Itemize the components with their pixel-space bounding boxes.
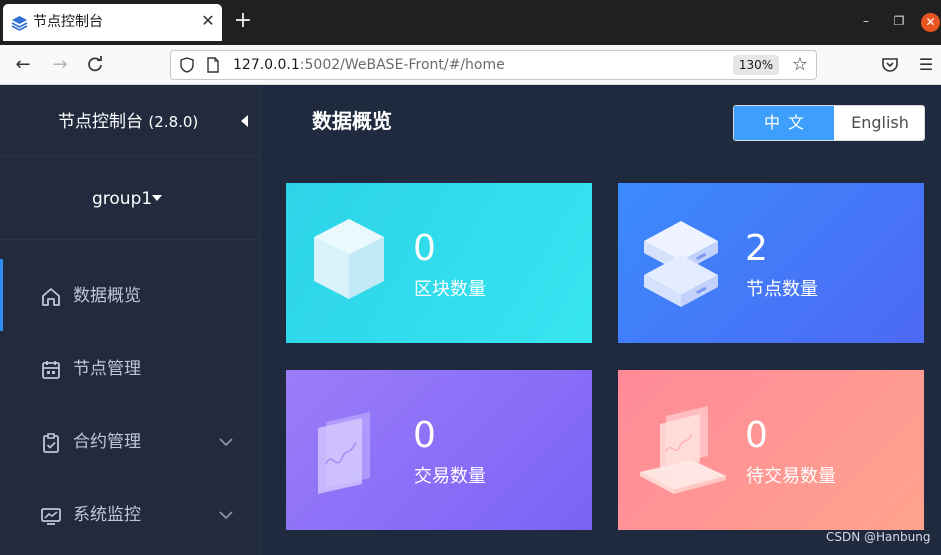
maximize-icon[interactable]: ❐ (890, 12, 908, 30)
zoom-indicator[interactable]: 130% (733, 55, 779, 75)
sidebar-item-overview[interactable]: 数据概览 (0, 259, 260, 331)
card-label: 待交易数量 (746, 466, 836, 487)
page-icon[interactable] (206, 57, 220, 73)
hamburger-menu-icon[interactable]: ☰ (916, 55, 936, 75)
app-title: 节点控制台 (2.8.0) (58, 111, 198, 133)
forward-arrow-icon[interactable]: → (50, 55, 70, 75)
card-value: 0 (745, 415, 768, 456)
card-transaction-count: 0 交易数量 (286, 370, 592, 530)
card-pending-count: 0 待交易数量 (618, 370, 924, 530)
page-title: 数据概览 (312, 109, 392, 133)
sidebar-item-label: 合约管理 (73, 432, 141, 452)
bookmark-star-icon[interactable]: ☆ (790, 55, 810, 75)
card-block-count: 0 区块数量 (286, 183, 592, 343)
pocket-icon[interactable] (880, 55, 900, 75)
chevron-down-icon[interactable] (219, 510, 233, 520)
lang-english-button[interactable]: English (834, 106, 924, 140)
app-title-text: 节点控制台 (58, 112, 143, 132)
url-host: 127.0.0.1 (233, 57, 300, 73)
sidebar-item-contracts[interactable]: 合约管理 (0, 405, 260, 477)
minimize-icon[interactable]: – (857, 12, 875, 30)
tab-close-icon[interactable]: ✕ (199, 12, 217, 30)
group-label: group1 (92, 189, 153, 209)
chevron-down-icon[interactable] (219, 437, 233, 447)
sidebar-item-monitor[interactable]: 系统监控 (0, 478, 260, 550)
url-path: :5002/WeBASE-Front/#/home (299, 57, 505, 73)
sidebar-item-nodes[interactable]: 节点管理 (0, 332, 260, 404)
app-root: 节点控制台 (2.8.0) group1 数据概览 节点管理 合约管理 系统监控… (0, 86, 941, 555)
browser-navbar: ← → 127.0.0.1:5002/WeBASE-Front/#/home 1… (0, 45, 941, 85)
cube-icon (314, 219, 384, 299)
home-icon (42, 288, 60, 306)
card-label: 节点数量 (746, 279, 818, 300)
layers-icon (11, 16, 28, 31)
calendar-icon (42, 361, 60, 379)
shield-icon[interactable] (179, 57, 195, 73)
caret-down-icon (152, 195, 162, 201)
sidebar-item-label: 数据概览 (73, 286, 141, 306)
sidebar-item-label: 系统监控 (73, 505, 141, 525)
sidebar: 节点控制台 (2.8.0) group1 数据概览 节点管理 合约管理 系统监控 (0, 86, 260, 555)
url-text[interactable]: 127.0.0.1:5002/WeBASE-Front/#/home (233, 57, 505, 74)
card-value: 0 (413, 228, 436, 269)
card-value: 0 (413, 415, 436, 456)
window-close-icon[interactable]: ✕ (921, 13, 940, 32)
card-label: 交易数量 (414, 466, 486, 487)
reload-icon[interactable] (85, 55, 105, 75)
collapse-sidebar-icon[interactable] (238, 113, 252, 129)
server-icon (644, 221, 718, 307)
address-bar[interactable]: 127.0.0.1:5002/WeBASE-Front/#/home 130% … (170, 50, 817, 80)
language-switch[interactable]: 中文 English (733, 105, 925, 141)
back-arrow-icon[interactable]: ← (13, 55, 33, 75)
group-selector[interactable]: group1 (0, 158, 260, 240)
sidebar-header: 节点控制台 (2.8.0) (0, 86, 260, 157)
card-node-count: 2 节点数量 (618, 183, 924, 343)
tab-title: 节点控制台 (33, 14, 103, 30)
app-version: (2.8.0) (148, 113, 199, 131)
chart-pane-icon (318, 412, 370, 494)
monitor-icon (41, 508, 61, 525)
browser-titlebar: 节点控制台 ✕ + – ❐ ✕ (0, 0, 941, 45)
lang-chinese-button[interactable]: 中文 (734, 106, 834, 140)
main-content: 数据概览 中文 English 0 区块数量 2 节点数量 0 交易数量 0 待… (261, 86, 941, 555)
sidebar-item-label: 节点管理 (73, 359, 141, 379)
clipboard-icon (43, 433, 59, 453)
card-label: 区块数量 (414, 279, 486, 300)
browser-tab[interactable]: 节点控制台 ✕ (3, 4, 222, 41)
watermark: CSDN @Hanbung (826, 530, 931, 544)
card-value: 2 (745, 228, 768, 269)
new-tab-button[interactable]: + (232, 10, 254, 32)
laptop-icon (640, 406, 726, 494)
